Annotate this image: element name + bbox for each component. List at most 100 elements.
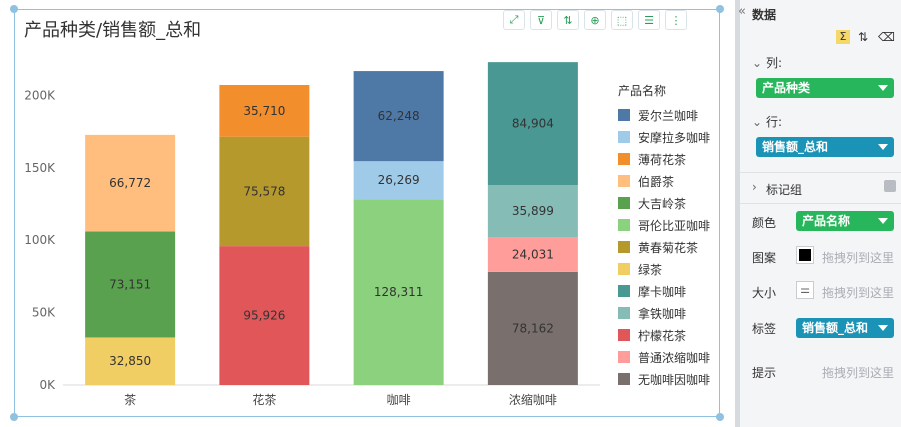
color-label: 颜色 bbox=[752, 216, 777, 230]
legend-item[interactable]: 绿茶 bbox=[618, 258, 710, 280]
app-stage: 产品种类/销售额_总和 ⤢ ⊽ ⇅ ⊕ ⬚ ☰ ⋮ 0K 50K 100K 150K 200K 32,… bbox=[0, 0, 901, 427]
legend-swatch bbox=[618, 241, 630, 253]
x-tick-label: 浓缩咖啡 bbox=[509, 392, 557, 407]
legend-item[interactable]: 伯爵茶 bbox=[618, 170, 710, 192]
pattern-swatch[interactable] bbox=[796, 246, 814, 264]
legend-swatch bbox=[618, 109, 630, 121]
legend-swatch bbox=[618, 153, 630, 165]
legend-label: 摩卡咖啡 bbox=[638, 284, 687, 299]
data-label: 95,926 bbox=[243, 309, 285, 323]
x-tick-label: 花茶 bbox=[252, 392, 276, 407]
data-label: 26,269 bbox=[378, 173, 420, 187]
legend-swatch bbox=[618, 197, 630, 209]
size-drop-zone[interactable]: 拖拽列到这里 bbox=[822, 284, 894, 301]
legend-swatch bbox=[618, 329, 630, 341]
sum-icon[interactable]: Σ bbox=[836, 30, 850, 44]
y-tick-label: 100K bbox=[24, 233, 56, 247]
legend-label: 柠檬花茶 bbox=[638, 328, 687, 343]
legend-swatch bbox=[618, 307, 630, 319]
legend-label: 安摩拉多咖啡 bbox=[638, 130, 711, 145]
legend-swatch bbox=[618, 219, 630, 231]
clear-icon[interactable]: ⌫ bbox=[878, 30, 895, 44]
label-field-chip[interactable]: 销售额_总和 bbox=[796, 318, 894, 338]
pattern-label: 图案 bbox=[752, 251, 777, 265]
tooltip-drop-zone[interactable]: 拖拽列到这里 bbox=[822, 364, 894, 381]
rows-field-label: 销售额_总和 bbox=[762, 140, 829, 154]
legend-item[interactable]: 黄春菊花茶 bbox=[618, 236, 710, 258]
legend-items: 爱尔兰咖啡安摩拉多咖啡 薄荷花茶伯爵茶大吉岭茶哥伦比亚咖啡 黄春菊花茶绿茶摩卡咖啡拿… bbox=[618, 104, 710, 390]
legend-label: 薄荷花茶 bbox=[638, 152, 687, 167]
label-label: 标签 bbox=[752, 322, 777, 336]
y-tick-label: 200K bbox=[24, 88, 56, 102]
legend-label: 黄春菊花茶 bbox=[638, 240, 699, 255]
data-label: 32,850 bbox=[109, 354, 151, 368]
chevron-down-icon[interactable] bbox=[878, 144, 888, 150]
data-label: 78,162 bbox=[512, 321, 554, 335]
data-label: 75,578 bbox=[243, 184, 285, 198]
columns-label: 列: bbox=[766, 56, 783, 70]
data-label: 84,904 bbox=[512, 117, 554, 131]
legend-label: 大吉岭茶 bbox=[638, 196, 687, 211]
legend-item[interactable]: 普通浓缩咖啡 bbox=[618, 346, 710, 368]
color-field-chip[interactable]: 产品名称 bbox=[796, 211, 894, 231]
legend-label: 哥伦比亚咖啡 bbox=[638, 218, 711, 233]
columns-field-chip[interactable]: 产品种类 bbox=[756, 78, 894, 98]
legend-title: 产品名称 bbox=[618, 84, 667, 98]
data-label: 35,710 bbox=[243, 104, 285, 118]
legend-item[interactable]: 大吉岭茶 bbox=[618, 192, 710, 214]
legend-item[interactable]: 薄荷花茶 bbox=[618, 148, 710, 170]
data-label: 62,248 bbox=[378, 109, 420, 123]
collapse-icon[interactable]: « bbox=[738, 4, 746, 19]
chevron-down-icon[interactable] bbox=[878, 85, 888, 91]
tag-icon[interactable] bbox=[884, 180, 896, 192]
swap-axes-icon[interactable]: ⇅ bbox=[858, 30, 868, 44]
divider-line bbox=[740, 203, 901, 204]
legend-swatch bbox=[618, 351, 630, 363]
marks-chevron-icon[interactable]: › bbox=[752, 180, 757, 194]
size-label: 大小 bbox=[752, 286, 777, 300]
legend-label: 普通浓缩咖啡 bbox=[638, 350, 711, 365]
chevron-down-icon[interactable] bbox=[878, 325, 888, 331]
data-label: 24,031 bbox=[512, 247, 554, 261]
data-label: 73,151 bbox=[109, 277, 151, 291]
legend-swatch bbox=[618, 175, 630, 187]
rows-label: 行: bbox=[766, 115, 783, 129]
data-side-panel: « 数据 Σ ⇅ ⌫ ⌄ 列: 产品种类 ⌄ 行: 销售额_总和 › 标记组 颜… bbox=[738, 0, 901, 427]
data-label: 35,899 bbox=[512, 204, 554, 218]
color-field-label: 产品名称 bbox=[802, 214, 851, 228]
rows-chevron-icon[interactable]: ⌄ bbox=[752, 115, 762, 129]
x-tick-label: 咖啡 bbox=[387, 392, 411, 407]
size-slider-icon[interactable]: ⚌ bbox=[796, 281, 814, 299]
y-tick-label: 0K bbox=[39, 378, 56, 392]
legend-item[interactable]: 无咖啡因咖啡 bbox=[618, 368, 710, 390]
legend-label: 无咖啡因咖啡 bbox=[638, 372, 711, 387]
tooltip-label: 提示 bbox=[752, 366, 777, 380]
legend-item[interactable]: 安摩拉多咖啡 bbox=[618, 126, 710, 148]
columns-chevron-icon[interactable]: ⌄ bbox=[752, 56, 762, 70]
legend-item[interactable]: 柠檬花茶 bbox=[618, 324, 710, 346]
chevron-down-icon[interactable] bbox=[878, 218, 888, 224]
y-tick-label: 50K bbox=[32, 306, 56, 320]
x-tick-label: 茶 bbox=[124, 392, 136, 407]
rows-field-chip[interactable]: 销售额_总和 bbox=[756, 137, 894, 157]
data-label: 128,311 bbox=[374, 285, 424, 299]
y-tick-label: 150K bbox=[24, 161, 56, 175]
columns-field-label: 产品种类 bbox=[762, 81, 811, 95]
legend-item[interactable]: 爱尔兰咖啡 bbox=[618, 104, 710, 126]
legend-swatch bbox=[618, 131, 630, 143]
label-field-label: 销售额_总和 bbox=[802, 321, 869, 335]
legend-label: 绿茶 bbox=[638, 262, 663, 277]
side-header: 数据 bbox=[752, 8, 777, 22]
legend-item[interactable]: 拿铁咖啡 bbox=[618, 302, 710, 324]
legend: 产品名称 爱尔兰咖啡安摩拉多咖啡 薄荷花茶伯爵茶大吉岭茶哥伦比亚咖啡 黄春菊花茶绿茶… bbox=[618, 82, 710, 390]
legend-item[interactable]: 哥伦比亚咖啡 bbox=[618, 214, 710, 236]
divider-line bbox=[740, 172, 901, 173]
legend-item[interactable]: 摩卡咖啡 bbox=[618, 280, 710, 302]
marks-group-label: 标记组 bbox=[766, 183, 803, 197]
chart-panel[interactable]: 产品种类/销售额_总和 ⤢ ⊽ ⇅ ⊕ ⬚ ☰ ⋮ 0K 50K 100K 150K 200K 32,… bbox=[0, 0, 735, 427]
legend-swatch bbox=[618, 373, 630, 385]
legend-swatch bbox=[618, 285, 630, 297]
legend-swatch bbox=[618, 263, 630, 275]
pattern-drop-zone[interactable]: 拖拽列到这里 bbox=[822, 249, 894, 266]
legend-label: 爱尔兰咖啡 bbox=[638, 108, 699, 123]
